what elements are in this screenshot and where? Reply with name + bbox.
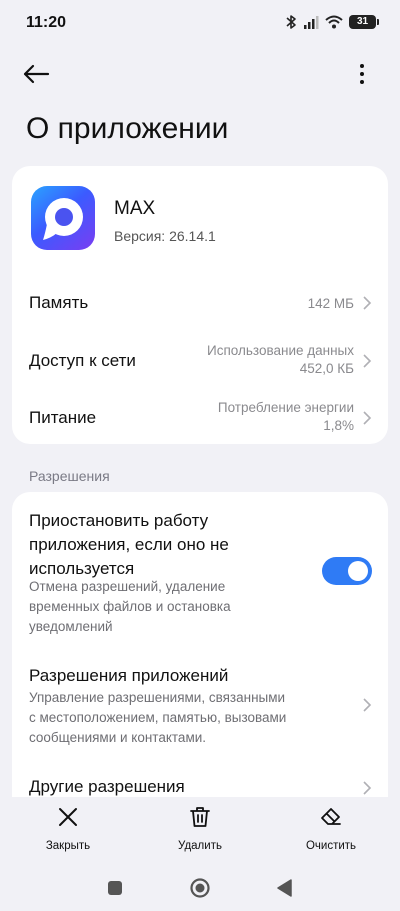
delete-label: Удалить bbox=[178, 840, 222, 852]
toggle-knob bbox=[348, 561, 368, 581]
network-access-label: Доступ к сети bbox=[29, 351, 136, 370]
more-vertical-icon bbox=[360, 64, 364, 84]
app-version: Версия: 26.14.1 bbox=[114, 228, 216, 244]
chevron-right-icon bbox=[363, 781, 372, 795]
power-label: Питание bbox=[29, 408, 97, 427]
storage-value: 142 МБ bbox=[307, 296, 354, 311]
arrow-left-icon bbox=[23, 64, 50, 84]
pause-app-title-line: Приостановить работу bbox=[29, 511, 209, 530]
recents-button-icon[interactable] bbox=[107, 880, 123, 896]
eraser-icon bbox=[321, 808, 341, 825]
bluetooth-icon bbox=[286, 15, 296, 29]
status-icons: 31 bbox=[285, 14, 379, 30]
app-name: MAX bbox=[114, 198, 156, 219]
permissions-section-title: Разрешения bbox=[29, 468, 110, 484]
app-permissions-description: Управление разрешениями, связанными с ме… bbox=[29, 688, 286, 748]
chevron-right-icon bbox=[363, 411, 372, 425]
network-access-row[interactable]: Доступ к сети Использование данных 452,0… bbox=[12, 334, 388, 386]
pause-app-row[interactable]: Приостановить работу приложения, если он… bbox=[12, 492, 388, 642]
chevron-right-icon bbox=[363, 354, 372, 368]
data-usage-amount: 452,0 КБ bbox=[299, 361, 354, 376]
home-button-icon[interactable] bbox=[189, 877, 211, 899]
status-time: 11:20 bbox=[26, 14, 67, 31]
pause-app-description: Отмена разрешений, удаление временных фа… bbox=[29, 577, 231, 637]
app-permissions-desc-line: сообщениями и контактами. bbox=[29, 730, 207, 745]
wifi-icon bbox=[325, 15, 343, 29]
power-value: Потребление энергии 1,8% bbox=[218, 399, 354, 435]
pause-app-title: Приостановить работу приложения, если он… bbox=[29, 509, 229, 581]
pause-app-title-line: приложения, если оно не bbox=[29, 535, 229, 554]
other-permissions-row[interactable]: Другие разрешения bbox=[12, 767, 388, 797]
other-permissions-title: Другие разрешения bbox=[29, 777, 185, 796]
signal-icon bbox=[304, 16, 319, 29]
chevron-right-icon bbox=[363, 296, 372, 310]
max-logo-icon bbox=[43, 198, 83, 240]
close-label: Закрыть bbox=[45, 840, 91, 852]
pause-app-desc-line: уведомлений bbox=[29, 619, 113, 634]
close-icon bbox=[59, 808, 77, 826]
pause-app-desc-line: Отмена разрешений, удаление bbox=[29, 579, 226, 594]
app-permissions-row[interactable]: Разрешения приложений Управление разреше… bbox=[12, 654, 388, 749]
page-title: О приложении bbox=[26, 112, 229, 145]
back-nav-icon[interactable] bbox=[276, 879, 292, 897]
energy-usage-label: Потребление энергии bbox=[217, 400, 354, 415]
clear-label: Очистить bbox=[305, 840, 357, 852]
app-icon bbox=[31, 186, 95, 250]
system-navigation-bar bbox=[0, 865, 400, 911]
network-access-value: Использование данных 452,0 КБ bbox=[207, 342, 354, 378]
chevron-right-icon bbox=[363, 698, 372, 712]
app-permissions-desc-line: Управление разрешениями, связанными bbox=[29, 690, 286, 705]
energy-usage-amount: 1,8% bbox=[323, 418, 354, 433]
delete-button[interactable]: Удалить bbox=[155, 805, 245, 852]
clear-button[interactable]: Очистить bbox=[286, 805, 376, 852]
permissions-card: Приостановить работу приложения, если он… bbox=[12, 492, 388, 797]
pause-app-toggle[interactable] bbox=[322, 557, 372, 585]
app-permissions-title: Разрешения приложений bbox=[29, 666, 229, 685]
pause-app-desc-line: временных файлов и остановка bbox=[29, 599, 231, 614]
storage-row[interactable]: Память 142 МБ bbox=[12, 276, 388, 326]
storage-label: Память bbox=[29, 293, 89, 312]
trash-icon bbox=[190, 807, 210, 827]
close-button[interactable]: Закрыть bbox=[23, 805, 113, 852]
status-bar: 11:20 31 bbox=[0, 0, 400, 46]
app-info-card: MAX Версия: 26.14.1 Память 142 МБ Доступ… bbox=[12, 166, 388, 444]
battery-icon: 31 bbox=[349, 15, 379, 29]
app-permissions-desc-line: с местоположением, памятью, вызовами bbox=[29, 710, 287, 725]
bottom-action-bar: Закрыть Удалить Очистить bbox=[0, 797, 400, 865]
back-button[interactable] bbox=[22, 58, 58, 90]
data-usage-label: Использование данных bbox=[207, 343, 354, 358]
more-options-button[interactable] bbox=[352, 58, 372, 90]
power-row[interactable]: Питание Потребление энергии 1,8% bbox=[12, 391, 388, 443]
